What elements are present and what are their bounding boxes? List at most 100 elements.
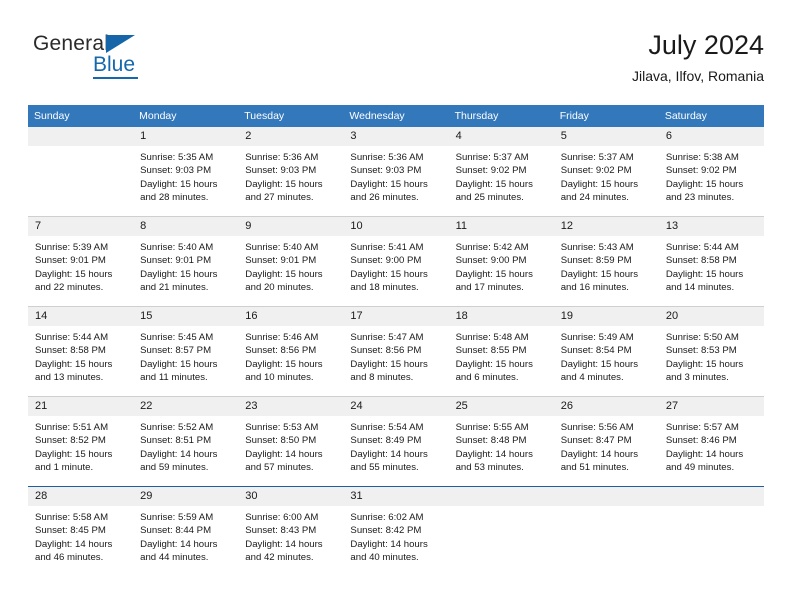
calendar-day-cell[interactable]: 6 Sunrise: 5:38 AM Sunset: 9:02 PM Daylight…	[658, 127, 764, 216]
sunrise-text: Sunrise: 5:45 AM	[140, 332, 214, 343]
calendar-day-cell[interactable]: 7 Sunrise: 5:39 AM Sunset: 9:01 PM Daylight…	[28, 217, 134, 306]
calendar-week-row: 1 Sunrise: 5:35 AM Sunset: 9:03 PM Daylight…	[28, 127, 764, 216]
day-number: 5	[553, 127, 659, 146]
daylight-text-line1: Daylight: 15 hours	[560, 358, 639, 370]
calendar-day-cell[interactable]: 25 Sunrise: 5:55 AM Sunset: 8:48 PM Dayligh…	[448, 397, 554, 486]
calendar-week-row: 14 Sunrise: 5:44 AM Sunset: 8:58 PM Dayligh…	[28, 307, 764, 396]
calendar-cell	[28, 127, 134, 216]
calendar-day-cell[interactable]: 15 Sunrise: 5:45 AM Sunset: 8:57 PM Dayligh…	[133, 307, 239, 396]
day-number: 1	[133, 127, 239, 146]
calendar-cell: 2 Sunrise: 5:36 AM Sunset: 9:03 PM Daylight…	[238, 127, 344, 216]
calendar-day-cell[interactable]: 24 Sunrise: 5:54 AM Sunset: 8:49 PM Dayligh…	[343, 397, 449, 486]
calendar-day-cell[interactable]: 28 Sunrise: 5:58 AM Sunset: 8:45 PM Dayligh…	[28, 487, 134, 576]
day-number: 24	[343, 397, 449, 416]
calendar-day-cell[interactable]: 22 Sunrise: 5:52 AM Sunset: 8:51 PM Dayligh…	[133, 397, 239, 486]
calendar-day-cell[interactable]: 31 Sunrise: 6:02 AM Sunset: 8:42 PM Dayligh…	[343, 487, 449, 576]
calendar-day-cell[interactable]: 27 Sunrise: 5:57 AM Sunset: 8:46 PM Dayligh…	[658, 397, 764, 486]
daylight-text-line1: Daylight: 14 hours	[350, 538, 428, 550]
daylight-text-line2: and 13 minutes.	[35, 372, 104, 384]
daylight-text-line2: and 51 minutes.	[560, 462, 629, 474]
calendar-cell: 12 Sunrise: 5:43 AM Sunset: 8:59 PM Dayligh…	[553, 217, 659, 306]
calendar-day-cell[interactable]: 30 Sunrise: 6:00 AM Sunset: 8:43 PM Dayligh…	[238, 487, 344, 576]
sunrise-text: Sunrise: 6:02 AM	[350, 512, 424, 523]
sunrise-text: Sunrise: 5:42 AM	[455, 242, 529, 253]
calendar-day-cell[interactable]: 17 Sunrise: 5:47 AM Sunset: 8:56 PM Dayligh…	[343, 307, 449, 396]
day-number: 17	[343, 307, 449, 326]
calendar-cell: 20 Sunrise: 5:50 AM Sunset: 8:53 PM Dayligh…	[658, 307, 764, 396]
calendar-day-cell[interactable]: 21 Sunrise: 5:51 AM Sunset: 8:52 PM Dayligh…	[28, 397, 134, 486]
calendar-day-cell[interactable]: 29 Sunrise: 5:59 AM Sunset: 8:44 PM Dayligh…	[133, 487, 239, 576]
calendar-day-cell[interactable]: 23 Sunrise: 5:53 AM Sunset: 8:50 PM Dayligh…	[238, 397, 344, 486]
day-details: Sunrise: 5:43 AM Sunset: 8:59 PM Daylight:…	[554, 236, 659, 295]
calendar-cell: 8 Sunrise: 5:40 AM Sunset: 9:01 PM Daylight…	[133, 217, 239, 306]
calendar-day-cell[interactable]: 9 Sunrise: 5:40 AM Sunset: 9:01 PM Daylight…	[238, 217, 344, 306]
sunset-text: Sunset: 8:59 PM	[560, 255, 632, 267]
daylight-text-line1: Daylight: 15 hours	[455, 358, 533, 370]
daylight-text-line2: and 46 minutes.	[35, 552, 104, 564]
daylight-text-line2: and 8 minutes.	[350, 372, 414, 384]
calendar-cell: 29 Sunrise: 5:59 AM Sunset: 8:44 PM Dayligh…	[133, 487, 239, 576]
calendar-day-cell[interactable]: 12 Sunrise: 5:43 AM Sunset: 8:59 PM Dayligh…	[553, 217, 659, 306]
calendar-day-cell[interactable]: 13 Sunrise: 5:44 AM Sunset: 8:58 PM Dayligh…	[658, 217, 764, 306]
day-details: Sunrise: 5:38 AM Sunset: 9:02 PM Daylight:…	[659, 146, 764, 205]
calendar-day-cell[interactable]: 8 Sunrise: 5:40 AM Sunset: 9:01 PM Daylight…	[133, 217, 239, 306]
daylight-text-line1: Daylight: 14 hours	[665, 448, 744, 460]
calendar-day-cell[interactable]: 10 Sunrise: 5:41 AM Sunset: 9:00 PM Dayligh…	[343, 217, 449, 306]
daylight-text-line2: and 53 minutes.	[455, 462, 524, 474]
calendar-day-cell[interactable]: 19 Sunrise: 5:49 AM Sunset: 8:54 PM Dayligh…	[553, 307, 659, 396]
calendar-cell: 7 Sunrise: 5:39 AM Sunset: 9:01 PM Daylight…	[28, 217, 134, 306]
sunrise-text: Sunrise: 5:37 AM	[560, 152, 634, 163]
calendar-day-cell[interactable]: 20 Sunrise: 5:50 AM Sunset: 8:53 PM Dayligh…	[658, 307, 764, 396]
day-details: Sunrise: 6:02 AM Sunset: 8:42 PM Daylight:…	[343, 506, 448, 565]
calendar-cell: 9 Sunrise: 5:40 AM Sunset: 9:01 PM Daylight…	[238, 217, 344, 306]
sunset-text: Sunset: 9:01 PM	[245, 255, 317, 267]
calendar-day-cell[interactable]: 3 Sunrise: 5:36 AM Sunset: 9:03 PM Daylight…	[343, 127, 449, 216]
sunrise-text: Sunrise: 5:43 AM	[560, 242, 634, 253]
day-number: 21	[28, 397, 134, 416]
sunset-text: Sunset: 9:01 PM	[140, 255, 212, 267]
daylight-text-line2: and 23 minutes.	[665, 192, 735, 204]
calendar-day-cell[interactable]: 2 Sunrise: 5:36 AM Sunset: 9:03 PM Daylight…	[238, 127, 344, 216]
calendar-cell: 26 Sunrise: 5:56 AM Sunset: 8:47 PM Dayligh…	[553, 397, 659, 486]
day-details: Sunrise: 5:37 AM Sunset: 9:02 PM Daylight:…	[449, 146, 554, 205]
day-number: 11	[448, 217, 554, 236]
day-number	[28, 127, 134, 146]
logo-underline	[93, 77, 138, 79]
day-number	[658, 487, 764, 506]
sunset-text: Sunset: 8:58 PM	[35, 345, 106, 357]
daylight-text-line2: and 28 minutes.	[140, 192, 209, 204]
calendar-week-row: 28 Sunrise: 5:58 AM Sunset: 8:45 PM Dayligh…	[28, 487, 764, 576]
day-number: 3	[343, 127, 449, 146]
calendar-day-cell[interactable]: 16 Sunrise: 5:46 AM Sunset: 8:56 PM Dayligh…	[238, 307, 344, 396]
daylight-text-line2: and 57 minutes.	[245, 462, 314, 474]
day-details: Sunrise: 5:42 AM Sunset: 9:00 PM Daylight:…	[449, 236, 554, 295]
calendar-day-cell[interactable]: 26 Sunrise: 5:56 AM Sunset: 8:47 PM Dayligh…	[553, 397, 659, 486]
sunset-text: Sunset: 8:56 PM	[245, 345, 317, 357]
calendar-cell: 6 Sunrise: 5:38 AM Sunset: 9:02 PM Daylight…	[658, 127, 764, 216]
logo-text-general: General	[33, 32, 110, 55]
calendar-day-cell[interactable]: 14 Sunrise: 5:44 AM Sunset: 8:58 PM Dayligh…	[28, 307, 134, 396]
day-details: Sunrise: 5:40 AM Sunset: 9:01 PM Daylight:…	[238, 236, 343, 295]
daylight-text-line1: Daylight: 15 hours	[350, 178, 428, 190]
calendar-day-cell[interactable]: 5 Sunrise: 5:37 AM Sunset: 9:02 PM Daylight…	[553, 127, 659, 216]
daylight-text-line1: Daylight: 15 hours	[350, 268, 428, 280]
calendar-day-cell[interactable]: 1 Sunrise: 5:35 AM Sunset: 9:03 PM Daylight…	[133, 127, 239, 216]
calendar-week-row: 7 Sunrise: 5:39 AM Sunset: 9:01 PM Daylight…	[28, 217, 764, 306]
day-number: 7	[28, 217, 134, 236]
daylight-text-line2: and 26 minutes.	[350, 192, 419, 204]
sunrise-text: Sunrise: 5:44 AM	[665, 242, 739, 253]
general-blue-logo[interactable]: General Blue	[33, 33, 203, 83]
sunrise-text: Sunrise: 5:49 AM	[560, 332, 634, 343]
calendar-cell: 11 Sunrise: 5:42 AM Sunset: 9:00 PM Dayligh…	[448, 217, 554, 306]
day-number: 15	[133, 307, 239, 326]
calendar-cell: 22 Sunrise: 5:52 AM Sunset: 8:51 PM Dayligh…	[133, 397, 239, 486]
sunset-text: Sunset: 8:58 PM	[665, 255, 737, 267]
calendar-day-cell[interactable]: 18 Sunrise: 5:48 AM Sunset: 8:55 PM Dayligh…	[448, 307, 554, 396]
calendar-page: General Blue July 2024 Jilava, Ilfov, Ro…	[0, 0, 792, 612]
calendar-table: Sunday Monday Tuesday Wednesday Thursday…	[28, 105, 764, 576]
calendar-day-cell[interactable]: 11 Sunrise: 5:42 AM Sunset: 9:00 PM Dayligh…	[448, 217, 554, 306]
weekday-header-thursday: Thursday	[448, 105, 554, 127]
calendar-day-cell[interactable]: 4 Sunrise: 5:37 AM Sunset: 9:02 PM Daylight…	[448, 127, 554, 216]
day-number: 16	[238, 307, 344, 326]
sunset-text: Sunset: 9:00 PM	[455, 255, 527, 267]
